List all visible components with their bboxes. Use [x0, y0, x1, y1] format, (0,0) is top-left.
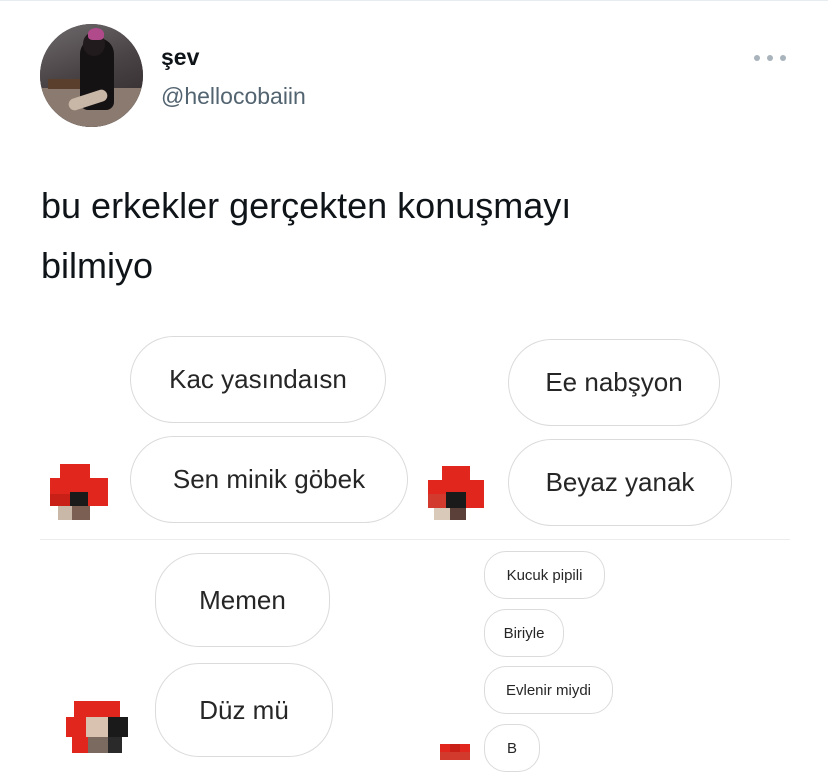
message-bubble: Sen minik göbek [130, 436, 408, 523]
user-handle[interactable]: @hellocobaiin [161, 83, 306, 110]
message-bubble: Biriyle [484, 609, 564, 657]
message-bubble: Evlenir miydi [484, 666, 613, 714]
censored-avatar [440, 744, 470, 760]
top-divider [0, 0, 828, 1]
message-text: Biriyle [503, 624, 545, 642]
message-text: Memen [199, 584, 286, 615]
avatar[interactable] [40, 24, 143, 127]
screenshot-divider [40, 539, 410, 540]
message-text: Evlenir miydi [505, 681, 592, 699]
censored-avatar [428, 466, 484, 522]
message-bubble: Memen [155, 553, 330, 647]
message-text: Düz mü [199, 694, 289, 725]
screenshot-divider [400, 539, 790, 540]
censored-avatar [50, 464, 108, 522]
message-bubble: Kucuk pipili [484, 551, 605, 599]
message-bubble: Düz mü [155, 663, 333, 757]
message-text: Kac yasındaısn [169, 364, 347, 394]
message-bubble: B [484, 724, 540, 772]
censored-avatar [66, 701, 128, 757]
message-text: Ee nabşyon [545, 367, 683, 397]
message-text: B [506, 739, 517, 757]
message-bubble: Beyaz yanak [508, 439, 732, 526]
display-name[interactable]: şev [161, 44, 199, 71]
message-bubble: Ee nabşyon [508, 339, 720, 426]
message-text: Sen minik göbek [172, 464, 366, 494]
tweet-text: bu erkekler gerçekten konuşmayı bilmiyo [41, 185, 572, 286]
more-horizontal-icon[interactable] [754, 48, 786, 68]
message-text: Kucuk pipili [506, 566, 583, 584]
message-text: Beyaz yanak [545, 467, 695, 497]
message-bubble: Kac yasındaısn [130, 336, 386, 423]
